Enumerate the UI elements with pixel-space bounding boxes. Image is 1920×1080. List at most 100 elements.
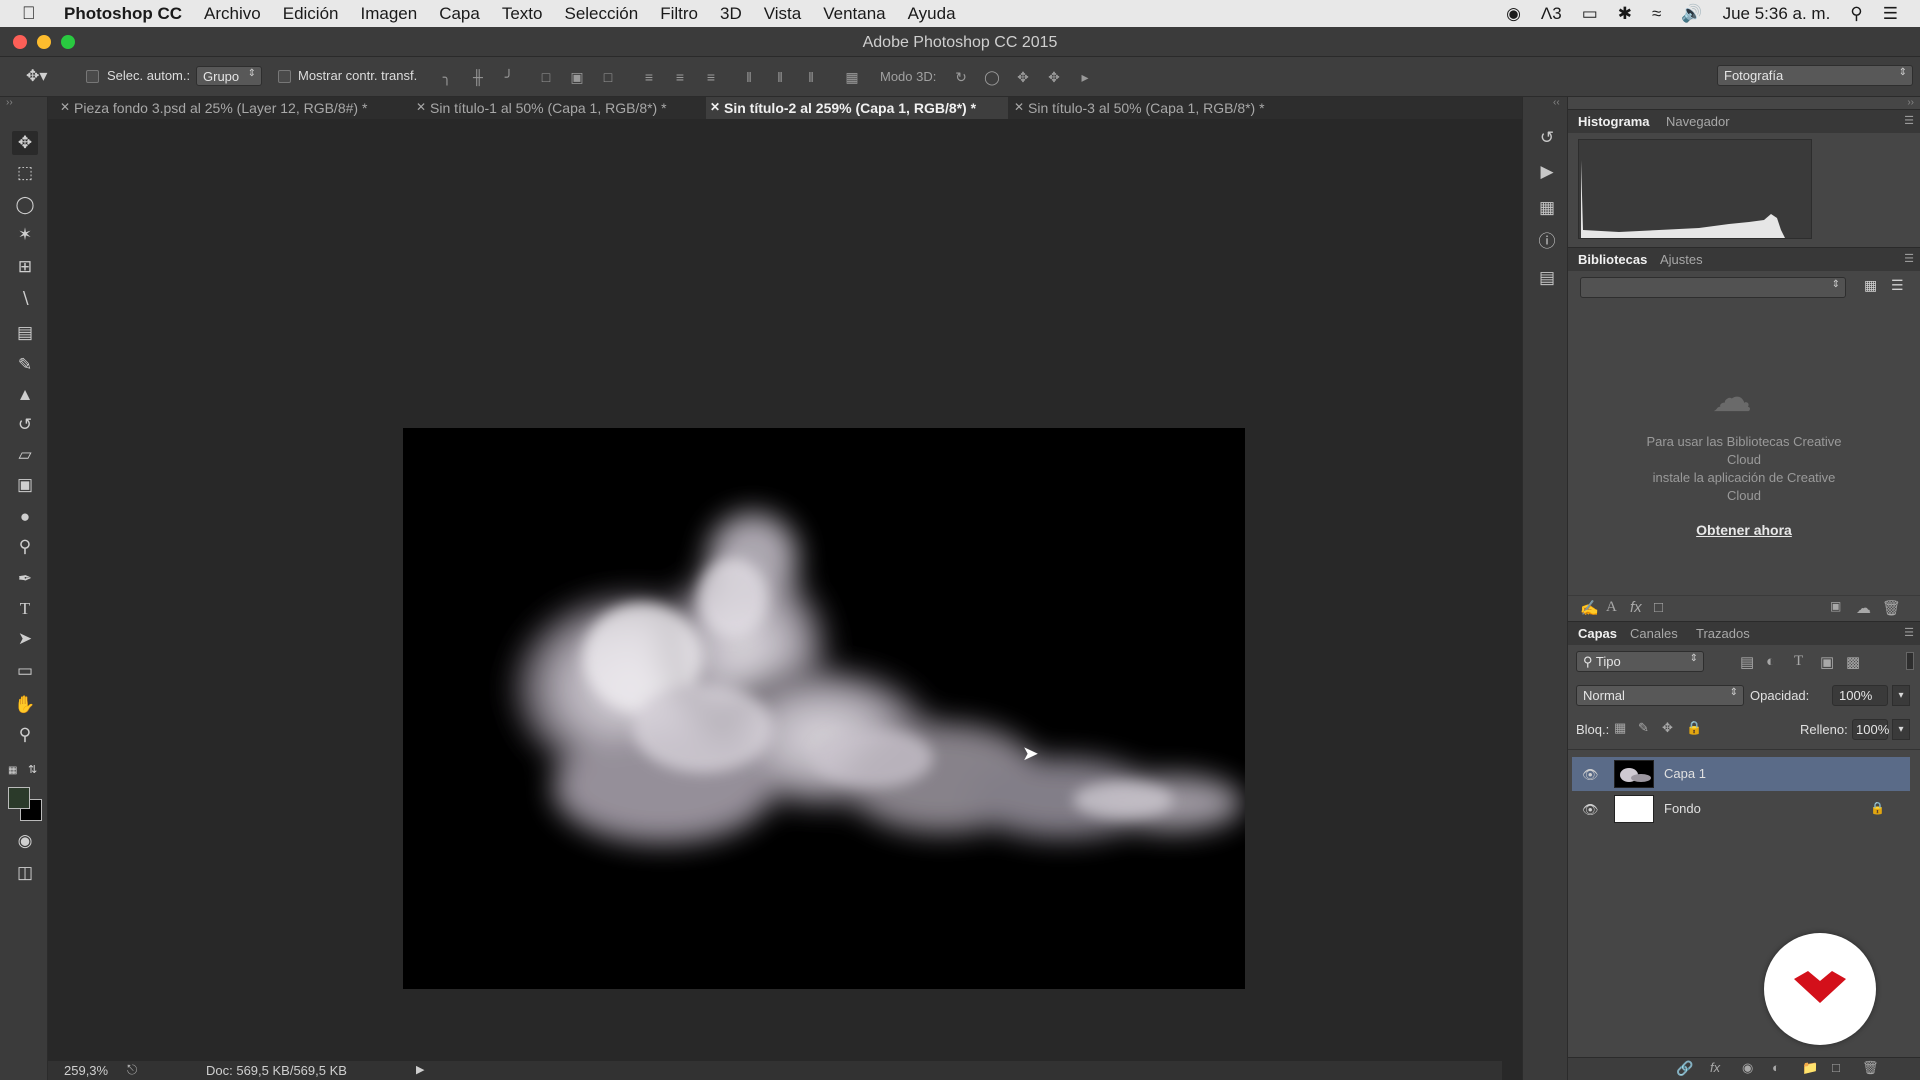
zoom-level[interactable]: 259,3% <box>64 1063 108 1078</box>
eyedropper-tool-icon[interactable]: ∖ <box>12 287 38 311</box>
healing-brush-tool-icon[interactable]: ▤ <box>12 321 38 345</box>
blend-mode-dropdown[interactable]: Normal ⇕ <box>1576 685 1744 706</box>
document-workspace[interactable]: ➤ <box>48 119 1502 1061</box>
adobe-cc-icon[interactable]: Λ3 <box>1541 4 1562 24</box>
fill-input[interactable]: 100% <box>1852 719 1889 740</box>
new-group-icon[interactable]: 📁 <box>1802 1060 1818 1076</box>
close-tab-icon[interactable]: ✕ <box>710 100 720 114</box>
visibility-eye-icon[interactable]: 👁 <box>1582 802 1599 818</box>
add-layer-style-icon[interactable]: fx <box>1710 1060 1720 1075</box>
quick-mask-icon[interactable]: ◉ <box>12 829 38 853</box>
list-view-icon[interactable]: ☰ <box>1891 277 1904 294</box>
visibility-eye-icon[interactable]: 👁 <box>1582 767 1599 783</box>
properties-panel-icon[interactable]: ▦ <box>1536 197 1558 219</box>
workspace-dropdown[interactable]: Fotografía ⇕ <box>1717 65 1913 86</box>
expand-dock-icon[interactable]: ‹‹ <box>1553 97 1560 108</box>
volume-icon[interactable]: 🔊 <box>1681 4 1702 24</box>
record-icon[interactable]: ◉ <box>1506 4 1521 24</box>
panel-menu-icon[interactable]: ☰ <box>1904 252 1914 265</box>
foreground-color-swatch[interactable] <box>8 787 30 809</box>
stock-icon[interactable]: ▣ <box>1830 599 1841 613</box>
new-layer-icon[interactable]: □ <box>1832 1060 1840 1075</box>
align-bottom-icon[interactable]: ╯ <box>500 69 518 85</box>
tab-bibliotecas[interactable]: Bibliotecas <box>1578 252 1647 267</box>
opacity-dropdown-icon[interactable]: ▾ <box>1892 685 1910 706</box>
apple-icon[interactable]:  <box>22 3 50 24</box>
distribute-left-icon[interactable]: ‖ <box>740 69 758 85</box>
align-left-icon[interactable]: □ <box>537 69 555 85</box>
layer-filter-dropdown[interactable]: ⚲ Tipo ⇕ <box>1576 651 1704 672</box>
eraser-tool-icon[interactable]: ▱ <box>12 443 38 467</box>
menu-filtro[interactable]: Filtro <box>660 4 698 24</box>
panel-menu-icon[interactable]: ☰ <box>1904 114 1914 127</box>
info-panel-icon[interactable]: ⓘ <box>1536 231 1558 253</box>
3d-orbit-icon[interactable]: ↻ <box>952 69 970 85</box>
distribute-bottom-icon[interactable]: ≡ <box>702 69 720 85</box>
menu-3d[interactable]: 3D <box>720 4 742 24</box>
character-style-icon[interactable]: A <box>1606 599 1617 616</box>
menu-archivo[interactable]: Archivo <box>204 4 261 24</box>
close-tab-icon[interactable]: ✕ <box>416 100 426 114</box>
document-canvas[interactable]: ➤ <box>403 428 1245 989</box>
share-icon[interactable]: ⎋ <box>127 1062 137 1078</box>
tab-ajustes[interactable]: Ajustes <box>1660 252 1703 267</box>
tab-capas[interactable]: Capas <box>1578 626 1617 641</box>
wifi-icon[interactable]: ≈ <box>1652 4 1661 24</box>
delete-layer-icon[interactable]: 🗑 <box>1862 1060 1879 1076</box>
clone-stamp-tool-icon[interactable]: ▲ <box>12 383 38 407</box>
marquee-tool-icon[interactable]: ⬚ <box>12 161 38 185</box>
delete-icon[interactable]: 🗑 <box>1882 599 1901 617</box>
notification-center-icon[interactable]: ☰ <box>1883 4 1898 24</box>
dodge-tool-icon[interactable]: ⚲ <box>12 535 38 559</box>
zoom-tool-icon[interactable]: ⚲ <box>12 723 38 747</box>
history-panel-icon[interactable]: ↺ <box>1536 127 1558 149</box>
layer-style-icon[interactable]: fx <box>1630 599 1642 616</box>
tab-navegador[interactable]: Navegador <box>1666 114 1730 129</box>
default-colors-icon[interactable]: ▦ <box>8 765 17 776</box>
align-hcenter-icon[interactable]: ▣ <box>568 69 586 85</box>
brush-tool-icon[interactable]: ✎ <box>12 353 38 377</box>
3d-roll-icon[interactable]: ◯ <box>983 69 1001 85</box>
show-transform-checkbox[interactable] <box>278 70 291 83</box>
lock-transparent-pixels-icon[interactable]: ▦ <box>1614 720 1626 736</box>
color-swatch-icon[interactable]: □ <box>1654 599 1663 616</box>
hand-tool-icon[interactable]: ✋ <box>12 693 38 717</box>
3d-scale-icon[interactable]: ▸ <box>1076 69 1094 85</box>
bluetooth-icon[interactable]: ✱ <box>1618 4 1632 24</box>
history-brush-tool-icon[interactable]: ↺ <box>12 413 38 437</box>
close-tab-icon[interactable]: ✕ <box>1014 100 1024 114</box>
document-tab[interactable]: ✕ Pieza fondo 3.psd al 25% (Layer 12, RG… <box>56 97 394 119</box>
sync-icon[interactable]: ☁ <box>1856 599 1871 617</box>
document-tab[interactable]: ✕ Sin título-1 al 50% (Capa 1, RGB/8*) * <box>412 97 708 119</box>
auto-align-icon[interactable]: ▦ <box>843 69 861 85</box>
grid-view-icon[interactable]: ▦ <box>1864 277 1877 294</box>
close-tab-icon[interactable]: ✕ <box>60 100 70 114</box>
filter-adjustment-icon[interactable]: ◐ <box>1766 653 1775 670</box>
spotlight-search-icon[interactable]: ⚲ <box>1850 4 1862 24</box>
rectangle-tool-icon[interactable]: ▭ <box>12 659 38 683</box>
actions-panel-icon[interactable]: ▶ <box>1536 161 1558 183</box>
filter-smart-object-icon[interactable]: ▩ <box>1846 653 1860 671</box>
menu-ayuda[interactable]: Ayuda <box>908 4 956 24</box>
status-menu-arrow-icon[interactable]: ▶ <box>416 1063 424 1076</box>
obtain-now-link[interactable]: Obtener ahora <box>1588 522 1900 538</box>
tab-histograma[interactable]: Histograma <box>1578 114 1650 129</box>
opacity-input[interactable]: 100% <box>1832 685 1888 706</box>
filter-type-icon[interactable]: T <box>1794 653 1803 670</box>
lock-all-icon[interactable]: 🔒 <box>1686 720 1702 736</box>
gradient-tool-icon[interactable]: ▣ <box>12 473 38 497</box>
blur-tool-icon[interactable]: ● <box>12 505 38 529</box>
document-tab[interactable]: ✕ Sin título-3 al 50% (Capa 1, RGB/8*) * <box>1010 97 1310 119</box>
pen-tool-icon[interactable]: ✒ <box>12 567 38 591</box>
distribute-top-icon[interactable]: ≡ <box>640 69 658 85</box>
layer-row[interactable]: 👁 Capa 1 <box>1572 757 1910 791</box>
layer-row[interactable]: 👁 Fondo 🔒 <box>1572 792 1910 826</box>
menu-texto[interactable]: Texto <box>502 4 543 24</box>
align-right-icon[interactable]: □ <box>599 69 617 85</box>
layer-comps-icon[interactable]: ▤ <box>1536 267 1558 289</box>
library-selector-dropdown[interactable]: ⇕ <box>1580 277 1846 298</box>
document-tab-active[interactable]: ✕ Sin título-2 al 259% (Capa 1, RGB/8*) … <box>706 97 1008 119</box>
menu-seleccion[interactable]: Selección <box>564 4 638 24</box>
3d-slide-icon[interactable]: ✥ <box>1045 69 1063 85</box>
add-mask-icon[interactable]: ◉ <box>1742 1060 1753 1076</box>
